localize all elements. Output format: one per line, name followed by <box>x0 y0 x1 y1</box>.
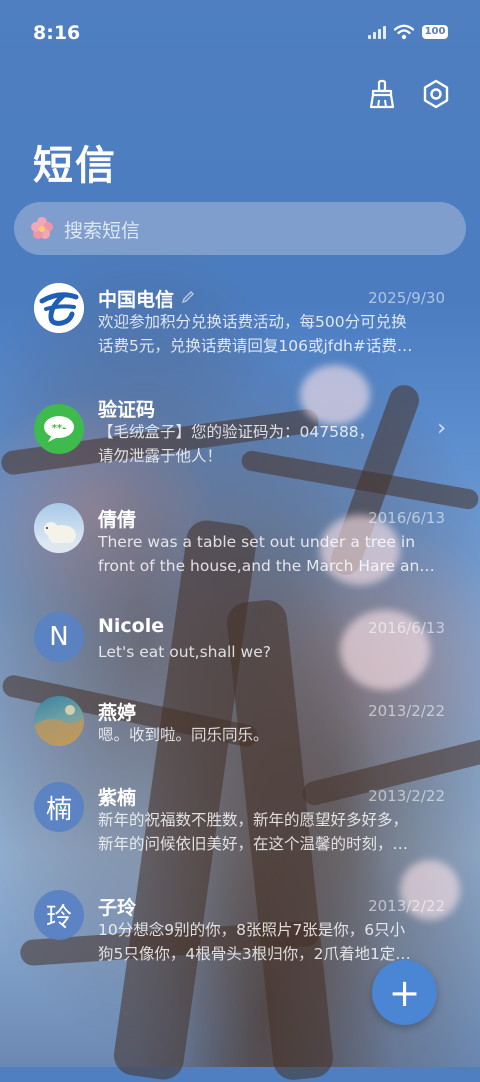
contact-name: 倩倩 <box>98 509 137 531</box>
conversation-item[interactable]: 楠 紫楠 2013/2/22 新年的祝福数不胜数，新年的愿望好多好多， 新年的问… <box>0 775 480 875</box>
search-placeholder: 搜索短信 <box>64 220 141 242</box>
conversation-item[interactable]: **- 验证码 【毛绒盒子】您的验证码为：047588， 请勿泄露于他人！ › <box>0 380 480 480</box>
contact-name: 子玲 <box>98 897 137 919</box>
preview-line: 请勿泄露于他人！ <box>98 447 223 465</box>
preview-line: There was a table set out under a tree i… <box>98 533 416 551</box>
message-date: 2013/2/22 <box>368 787 445 805</box>
message-date: 2025/9/30 <box>368 289 445 307</box>
polar-bear-photo <box>34 503 84 553</box>
battery-icon: 100 <box>422 25 448 39</box>
preview-line: 嗯。收到啦。同乐同乐。 <box>98 726 269 744</box>
preview-line: 新年的问候依旧美好，在这个温馨的时刻，… <box>98 835 409 853</box>
conversation-item[interactable]: 中国电信 2025/9/30 欢迎参加积分兑换话费活动，每500分可兑换 话费5… <box>0 270 480 370</box>
contact-name-text: 中国电信 <box>98 289 175 311</box>
contact-name: 验证码 <box>98 399 156 421</box>
preview-line: 欢迎参加积分兑换话费活动，每500分可兑换 <box>98 313 407 331</box>
conversation-item[interactable]: 倩倩 2016/6/13 There was a table set out u… <box>0 490 480 590</box>
status-bar: 8:16 100 <box>0 0 480 68</box>
message-preview: 欢迎参加积分兑换话费活动，每500分可兑换 话费5元，兑换话费请回复106或jf… <box>98 310 448 358</box>
signal-icon <box>368 25 386 39</box>
top-actions <box>366 78 452 110</box>
avatar: 楠 <box>34 782 84 832</box>
preview-line: front of the house,and the March Hare an… <box>98 557 435 575</box>
message-date: 2013/2/22 <box>368 897 445 915</box>
message-preview: 嗯。收到啦。同乐同乐。 <box>98 723 448 747</box>
landscape-photo <box>34 696 84 746</box>
contact-name: Nicole <box>98 615 165 637</box>
avatar: 玲 <box>34 890 84 940</box>
broom-icon[interactable] <box>366 78 398 110</box>
avatar: N <box>34 612 84 662</box>
message-preview: 【毛绒盒子】您的验证码为：047588， 请勿泄露于他人！ <box>98 420 448 468</box>
sms-code-icon: **- <box>34 404 84 454</box>
message-preview: Let's eat out,shall we? <box>98 640 448 664</box>
status-time: 8:16 <box>33 22 81 44</box>
chevron-right-icon: › <box>437 416 446 441</box>
contact-name: 紫楠 <box>98 787 137 809</box>
conversation-item[interactable]: N Nicole 2016/6/13 Let's eat out,shall w… <box>0 600 480 700</box>
contact-name: 燕婷 <box>98 702 137 724</box>
preview-line: 【毛绒盒子】您的验证码为：047588， <box>98 423 375 441</box>
preview-line: Let's eat out,shall we? <box>98 643 271 661</box>
preview-line: 新年的祝福数不胜数，新年的愿望好多好多， <box>98 811 409 829</box>
preview-line: 10分想念9别的你，8张照片7张是你，6只小 <box>98 921 406 939</box>
search-input[interactable]: 搜索短信 <box>14 202 466 255</box>
message-preview: 新年的祝福数不胜数，新年的愿望好多好多， 新年的问候依旧美好，在这个温馨的时刻，… <box>98 808 448 856</box>
contact-name: 中国电信 <box>98 285 195 312</box>
preview-line: 话费5元，兑换话费请回复106或jfdh#话费… <box>98 337 413 355</box>
status-icons: 100 <box>368 24 448 40</box>
settings-icon[interactable] <box>420 78 452 110</box>
plus-icon: + <box>388 970 421 1015</box>
page-title: 短信 <box>33 143 117 189</box>
pencil-icon <box>181 291 194 304</box>
message-preview: 10分想念9别的你，8张照片7张是你，6只小 狗5只像你，4根骨头3根归你，2爪… <box>98 918 448 966</box>
flower-icon <box>30 216 54 240</box>
message-date: 2013/2/22 <box>368 702 445 720</box>
new-message-button[interactable]: + <box>372 960 437 1025</box>
svg-text:**-: **- <box>52 423 67 434</box>
message-preview: There was a table set out under a tree i… <box>98 530 448 578</box>
china-telecom-logo <box>34 283 84 333</box>
wifi-icon <box>394 24 414 40</box>
message-date: 2016/6/13 <box>368 619 445 637</box>
message-date: 2016/6/13 <box>368 509 445 527</box>
